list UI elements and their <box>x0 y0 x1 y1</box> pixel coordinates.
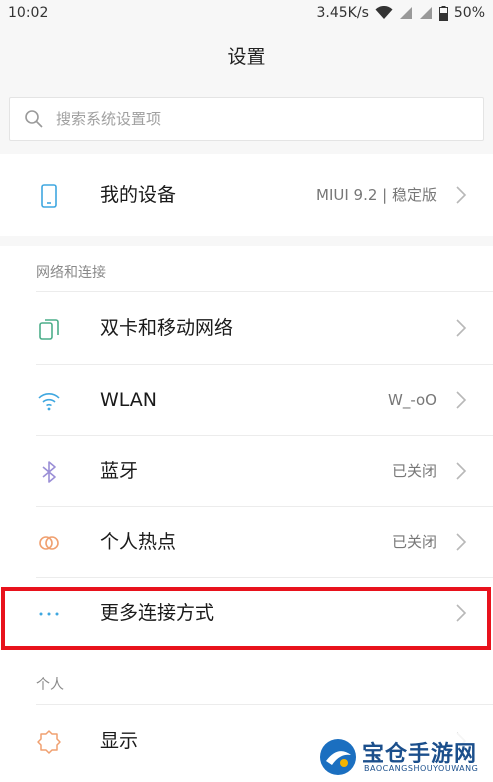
list-item-wlan[interactable]: WLAN W_-oO <box>0 364 493 436</box>
watermark: 宝仓手游网 BAOCANGSHOUYOUWANG <box>314 733 490 781</box>
wifi-icon <box>375 6 393 19</box>
watermark-logo-icon <box>320 739 356 775</box>
list-item-value: 已关闭 <box>391 462 437 480</box>
my-device-card: 我的设备 MIUI 9.2 | 稳定版 <box>0 154 493 236</box>
my-device-item[interactable]: 我的设备 MIUI 9.2 | 稳定版 <box>0 159 493 231</box>
search-input[interactable] <box>54 109 458 129</box>
chevron-right-icon <box>456 186 467 204</box>
chevron-right-icon <box>456 319 467 337</box>
section-header-personal: 个人 <box>36 677 64 693</box>
my-device-label: 我的设备 <box>100 184 177 206</box>
signal-icon <box>419 7 432 19</box>
list-item-value: W_-oO <box>387 391 437 409</box>
phone-icon <box>41 184 57 208</box>
my-device-value: MIUI 9.2 | 稳定版 <box>316 186 437 204</box>
list-item-bluetooth[interactable]: 蓝牙 已关闭 <box>0 435 493 507</box>
list-item-label: 双卡和移动网络 <box>100 317 234 339</box>
network-speed: 3.45K/s <box>316 5 369 21</box>
search-icon <box>25 110 43 128</box>
hotspot-icon <box>39 536 59 550</box>
dual-sim-icon <box>39 319 59 340</box>
list-item-value: 已关闭 <box>391 533 437 551</box>
display-sun-icon <box>37 730 61 754</box>
chevron-right-icon <box>456 462 467 480</box>
list-item-label: 蓝牙 <box>100 460 139 482</box>
list-item-hotspot[interactable]: 个人热点 已关闭 <box>0 506 493 578</box>
watermark-subtitle: BAOCANGSHOUYOUWANG <box>364 764 479 773</box>
list-item-label: 显示 <box>100 730 139 752</box>
search-box[interactable] <box>9 97 484 141</box>
battery-icon <box>438 5 448 21</box>
chevron-right-icon <box>456 391 467 409</box>
list-item-label: WLAN <box>100 389 158 411</box>
page-title: 设置 <box>227 46 266 68</box>
highlight-box <box>1 587 491 650</box>
battery-percent: 50% <box>453 5 485 21</box>
list-item-label: 个人热点 <box>100 531 177 553</box>
bluetooth-icon <box>42 461 56 483</box>
status-right-group: 3.45K/s 50% <box>317 5 486 21</box>
chevron-right-icon <box>456 533 467 551</box>
wifi-icon <box>38 393 60 411</box>
signal-icon <box>399 7 412 19</box>
status-bar: 10:02 3.45K/s 50% <box>0 0 493 28</box>
status-time: 10:02 <box>8 5 49 21</box>
list-item-dual-sim[interactable]: 双卡和移动网络 <box>0 292 493 364</box>
section-header-network: 网络和连接 <box>36 265 106 281</box>
